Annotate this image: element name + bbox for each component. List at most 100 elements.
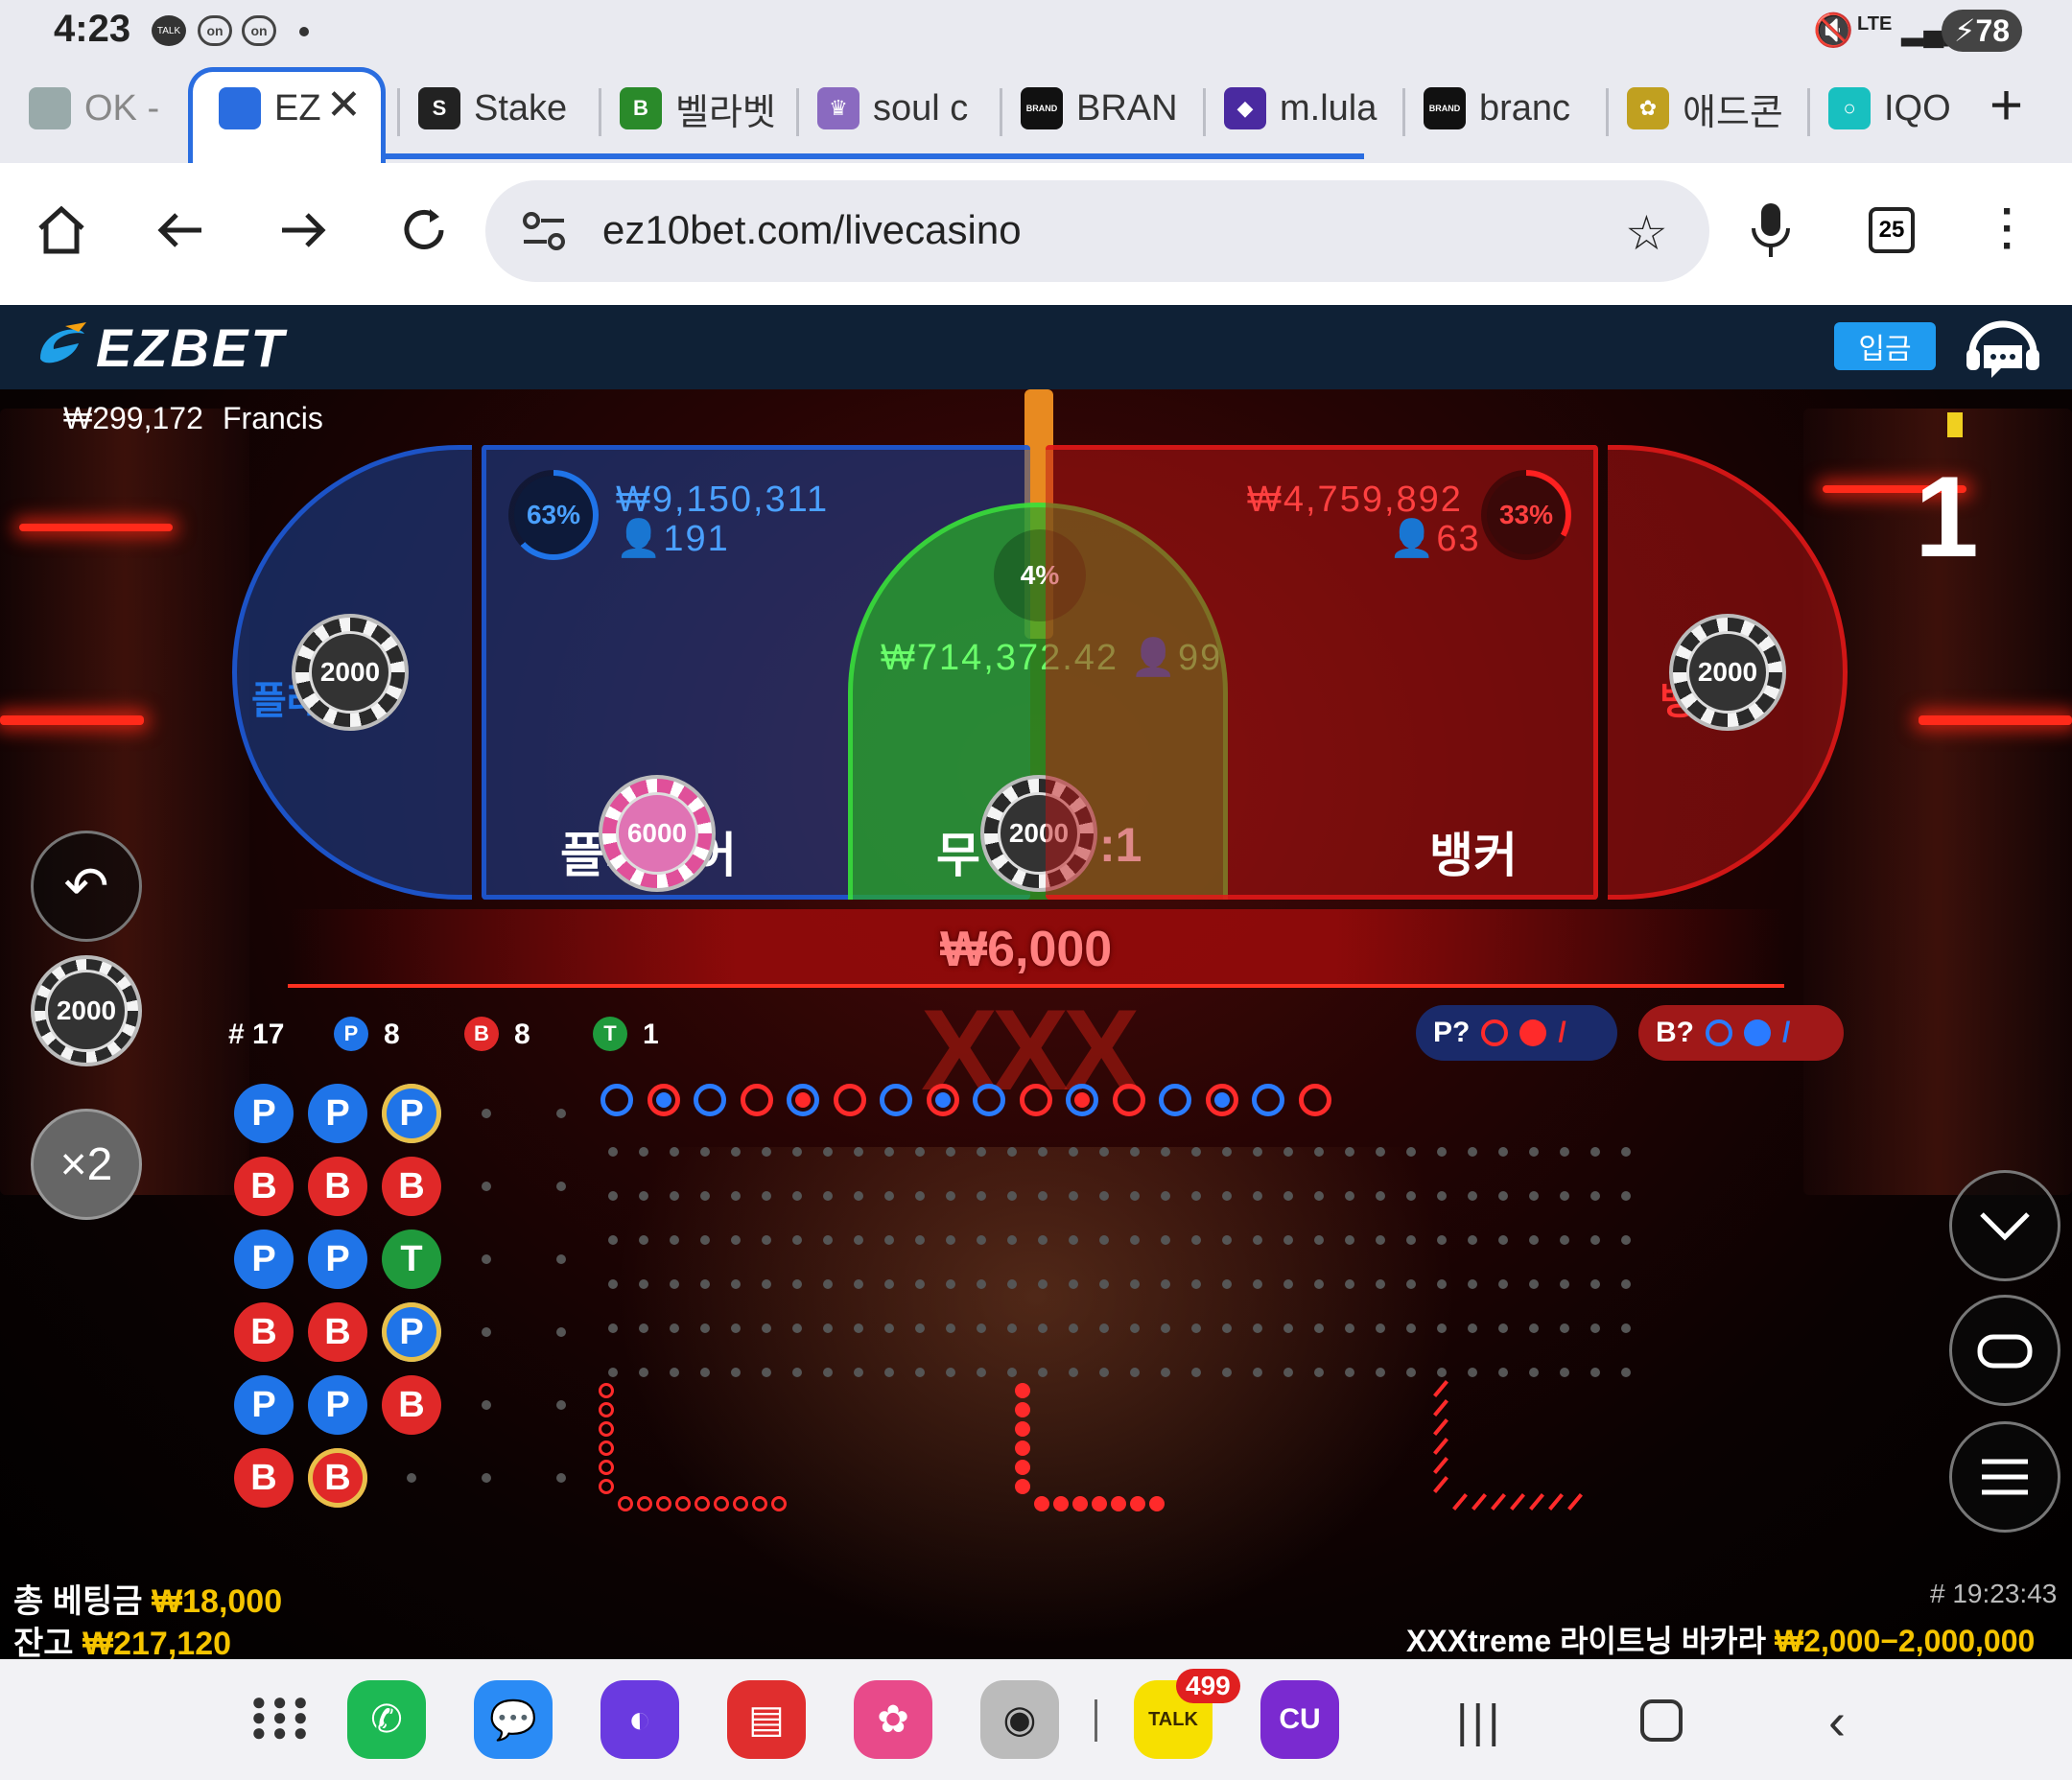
grid-dot (915, 1191, 925, 1201)
chip-selector[interactable]: 2000 (31, 955, 142, 1066)
crown-tab-icon: ♛ (817, 87, 859, 129)
site-settings-icon[interactable] (520, 209, 568, 258)
tab-separator (397, 88, 400, 136)
tab-3[interactable]: S Stake (418, 69, 610, 148)
back-icon[interactable] (153, 203, 207, 266)
bead-b: B (234, 1448, 294, 1508)
grid-dot (762, 1279, 771, 1289)
player-predict-button[interactable]: P? / (1416, 1005, 1617, 1061)
status-time: 4:23 (54, 8, 131, 50)
grid-dot (1099, 1235, 1109, 1245)
bookmark-star-icon[interactable]: ☆ (1625, 205, 1668, 261)
tab-count-button[interactable]: 25 (1869, 207, 1915, 253)
chip-value: 2000 (309, 631, 391, 714)
grid-dot (1038, 1147, 1048, 1157)
pair-marker (934, 1092, 951, 1108)
messages-app-icon[interactable]: 💬 (474, 1680, 553, 1759)
tab-5[interactable]: ♛ soul c (817, 69, 1009, 148)
grid-dot (977, 1147, 986, 1157)
game-menu-button[interactable] (1949, 1421, 2060, 1533)
bead-p: P (308, 1375, 367, 1435)
grid-dot (1069, 1191, 1078, 1201)
tab-1[interactable]: OK - (29, 69, 230, 148)
gallery-app-icon[interactable]: ✿ (854, 1680, 932, 1759)
forward-icon[interactable] (276, 203, 330, 266)
phone-app-icon[interactable]: ✆ (347, 1680, 426, 1759)
bead-b: B (308, 1302, 367, 1362)
dock-divider (1095, 1699, 1097, 1742)
grid-dot (762, 1147, 771, 1157)
tab-8[interactable]: BRAND branc (1424, 69, 1625, 148)
cu-app-icon[interactable]: CU (1260, 1680, 1339, 1759)
bead-p: P (308, 1230, 367, 1289)
grid-dot (1222, 1323, 1232, 1333)
tab-separator (599, 88, 601, 136)
player-name: Francis (223, 401, 323, 435)
grid-dot (1099, 1368, 1109, 1377)
grid-dot (670, 1235, 679, 1245)
table-limits: ₩2,000−2,000,000 (1774, 1624, 2036, 1658)
battery-indicator: ⚡ 78 (1942, 10, 2022, 52)
tab-9[interactable]: ✿ 애드콘 (1627, 69, 1828, 148)
bead-p: P (234, 1084, 294, 1143)
tab-2[interactable]: EZ (219, 69, 391, 148)
grid-dot (608, 1323, 618, 1333)
grid-dot (1345, 1323, 1354, 1333)
grid-dot (1161, 1323, 1170, 1333)
derived-road-mark (1111, 1496, 1126, 1511)
support-headset-icon[interactable] (1963, 316, 2043, 386)
grid-dot (1191, 1279, 1201, 1289)
back-nav-icon[interactable]: ‹ (1828, 1692, 1846, 1751)
derived-road-mark (599, 1440, 614, 1456)
home-nav-icon[interactable] (1640, 1699, 1683, 1742)
tab-4[interactable]: B 벨라벳 (620, 69, 821, 148)
tab-7[interactable]: ◆ m.lula (1224, 69, 1425, 148)
grid-dot (823, 1323, 833, 1333)
microphone-icon[interactable] (1750, 201, 1792, 264)
banker-predict-button[interactable]: B? / (1638, 1005, 1844, 1061)
derived-road-mark (752, 1496, 767, 1511)
grid-dot (1621, 1279, 1631, 1289)
undo-button[interactable]: ↶ (31, 831, 142, 942)
grid-dot (1283, 1279, 1293, 1289)
grid-dot (1621, 1368, 1631, 1377)
tab-close-icon[interactable]: ✕ (326, 81, 362, 129)
grid-dot (608, 1279, 618, 1289)
notes-app-icon[interactable]: ▤ (727, 1680, 806, 1759)
grid-dot (639, 1323, 648, 1333)
new-tab-icon[interactable]: + (1990, 77, 2023, 134)
ezbet-logo-icon[interactable] (31, 320, 92, 375)
internet-app-icon[interactable]: ◐ (600, 1680, 679, 1759)
site-logo-text[interactable]: EZBET (96, 316, 287, 379)
tab-6[interactable]: BRAND BRAN (1021, 69, 1222, 148)
camera-app-icon[interactable]: ◉ (980, 1680, 1059, 1759)
player-win-count: 8 (384, 1019, 400, 1050)
browser-menu-icon[interactable]: · · · (2001, 191, 2015, 268)
grid-dot (639, 1147, 648, 1157)
selected-chip-value: 2000 (45, 970, 128, 1052)
home-icon[interactable] (35, 203, 88, 266)
deposit-button[interactable]: 입금 (1834, 322, 1936, 370)
ring-blue-icon (1706, 1019, 1732, 1046)
app-drawer-icon[interactable]: ●●● ●●● ●●● (251, 1689, 314, 1745)
road-empty-dot (407, 1473, 416, 1483)
big-road-ring (1019, 1084, 1052, 1116)
grid-dot (946, 1368, 955, 1377)
grid-dot (1038, 1323, 1048, 1333)
double-bet-button[interactable]: ×2 (31, 1109, 142, 1220)
slash-blue-icon: / (1782, 1017, 1791, 1048)
recents-icon[interactable]: ||| (1456, 1696, 1503, 1748)
reload-icon[interactable] (397, 203, 451, 266)
grid-dot (1069, 1235, 1078, 1245)
grid-dot (1253, 1191, 1262, 1201)
battery-bolt-icon: ⚡ (1953, 13, 1976, 48)
video-view-button[interactable] (1949, 1295, 2060, 1406)
link-notification-icon-2: on (242, 15, 276, 46)
grid-dot (1406, 1235, 1416, 1245)
balance-row: 잔고 ₩217,120 (13, 1617, 231, 1664)
big-road-ring (1252, 1084, 1284, 1116)
collapse-button[interactable] (1949, 1170, 2060, 1281)
grid-dot (854, 1368, 863, 1377)
banker-win-count: 8 (514, 1019, 530, 1050)
grid-dot (1529, 1191, 1539, 1201)
